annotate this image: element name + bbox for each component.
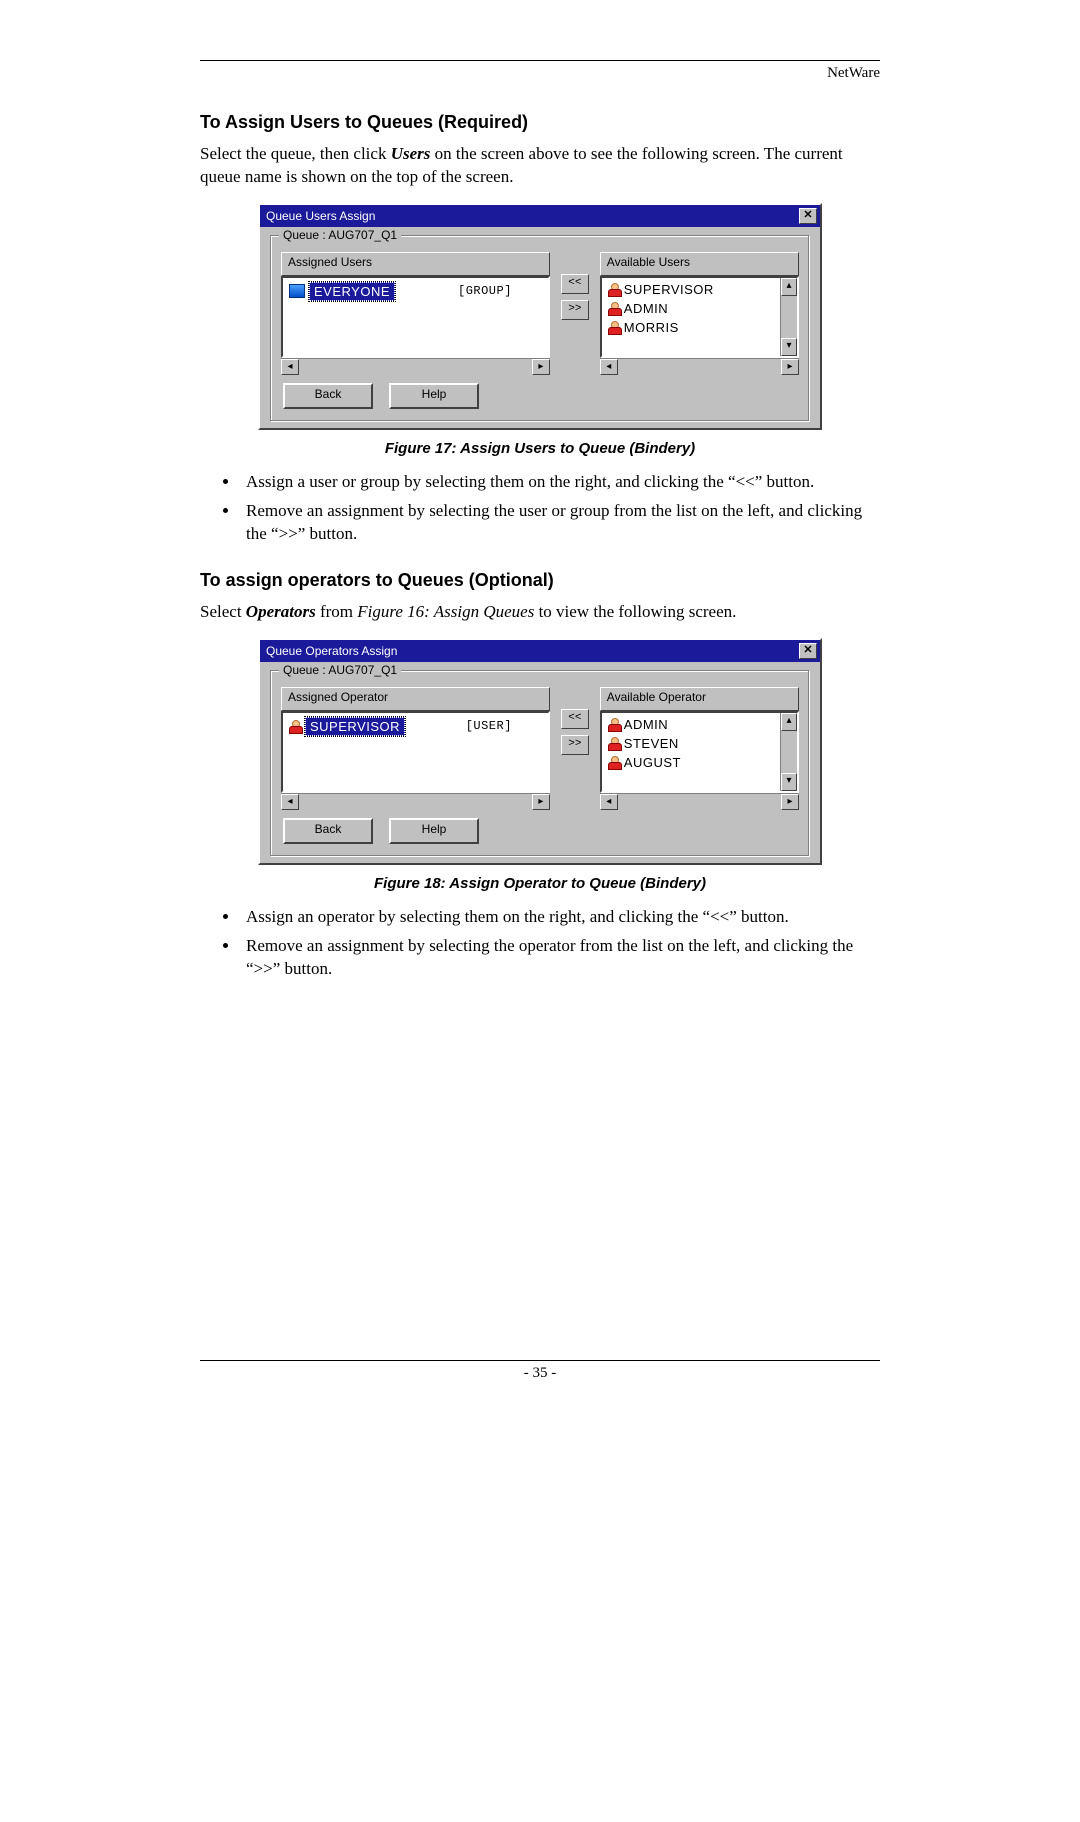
list-item[interactable]: STEVEN (602, 734, 781, 753)
move-right-button[interactable]: >> (561, 735, 589, 755)
dialog-users: Queue Users Assign ✕ Queue : AUG707_Q1 A… (258, 203, 822, 430)
section2-title: To assign operators to Queues (Optional) (200, 570, 880, 591)
user-icon (608, 283, 620, 295)
scroll-right-icon[interactable]: ▸ (532, 794, 550, 810)
user-icon (608, 756, 620, 768)
scroll-right-icon[interactable]: ▸ (781, 359, 799, 375)
hscroll[interactable]: ◂ ▸ (281, 358, 550, 375)
bullet-item: Assign an operator by selecting them on … (240, 906, 880, 929)
bullet-item: Remove an assignment by selecting the op… (240, 935, 880, 981)
scroll-left-icon[interactable]: ◂ (281, 794, 299, 810)
titlebar[interactable]: Queue Users Assign ✕ (260, 205, 820, 227)
user-icon (608, 321, 620, 333)
group-legend: Queue : AUG707_Q1 (279, 228, 401, 242)
vscroll[interactable]: ▴ ▾ (780, 278, 797, 356)
titlebar[interactable]: Queue Operators Assign ✕ (260, 640, 820, 662)
figure17-caption: Figure 17: Assign Users to Queue (Binder… (200, 440, 880, 457)
assigned-header[interactable]: Assigned Users (281, 252, 550, 276)
list-item[interactable]: MORRIS (602, 318, 781, 337)
assigned-list[interactable]: EVERYONE [GROUP] (281, 276, 550, 358)
back-button[interactable]: Back (283, 383, 373, 409)
bullet-item: Remove an assignment by selecting the us… (240, 500, 880, 546)
assigned-list[interactable]: SUPERVISOR [USER] (281, 711, 550, 793)
list-item[interactable]: SUPERVISOR (602, 280, 781, 299)
list-item[interactable]: EVERYONE [GROUP] (283, 280, 548, 303)
figure18-caption: Figure 18: Assign Operator to Queue (Bin… (200, 875, 880, 892)
scroll-right-icon[interactable]: ▸ (781, 794, 799, 810)
scroll-right-icon[interactable]: ▸ (532, 359, 550, 375)
close-icon[interactable]: ✕ (799, 208, 817, 224)
dialog-title: Queue Operators Assign (266, 644, 397, 658)
move-right-button[interactable]: >> (561, 300, 589, 320)
user-icon (608, 718, 620, 730)
move-left-button[interactable]: << (561, 274, 589, 294)
section1-intro: Select the queue, then click Users on th… (200, 143, 880, 189)
user-icon (608, 737, 620, 749)
dialog-operators: Queue Operators Assign ✕ Queue : AUG707_… (258, 638, 822, 865)
section1-title: To Assign Users to Queues (Required) (200, 112, 880, 133)
help-button[interactable]: Help (389, 383, 479, 409)
section2-intro: Select Operators from Figure 16: Assign … (200, 601, 880, 624)
scroll-left-icon[interactable]: ◂ (600, 794, 618, 810)
available-header[interactable]: Available Users (600, 252, 799, 276)
scroll-left-icon[interactable]: ◂ (600, 359, 618, 375)
hscroll[interactable]: ◂ ▸ (281, 793, 550, 810)
scroll-left-icon[interactable]: ◂ (281, 359, 299, 375)
scroll-down-icon[interactable]: ▾ (781, 338, 797, 356)
group-icon (289, 284, 305, 298)
help-button[interactable]: Help (389, 818, 479, 844)
user-icon (289, 720, 301, 732)
move-left-button[interactable]: << (561, 709, 589, 729)
user-icon (608, 302, 620, 314)
available-header[interactable]: Available Operator (600, 687, 799, 711)
list-item[interactable]: AUGUST (602, 753, 781, 772)
scroll-up-icon[interactable]: ▴ (781, 713, 797, 731)
page-number: - 35 - (200, 1365, 880, 1382)
section1-bullets: Assign a user or group by selecting them… (200, 471, 880, 546)
available-list[interactable]: ADMIN STEVEN AUGUST ▴ ▾ (600, 711, 799, 793)
available-list[interactable]: SUPERVISOR ADMIN MORRIS ▴ ▾ (600, 276, 799, 358)
list-item[interactable]: ADMIN (602, 715, 781, 734)
header-context: NetWare (200, 65, 880, 82)
dialog-title: Queue Users Assign (266, 209, 375, 223)
back-button[interactable]: Back (283, 818, 373, 844)
vscroll[interactable]: ▴ ▾ (780, 713, 797, 791)
hscroll[interactable]: ◂ ▸ (600, 793, 799, 810)
assigned-header[interactable]: Assigned Operator (281, 687, 550, 711)
hscroll[interactable]: ◂ ▸ (600, 358, 799, 375)
scroll-up-icon[interactable]: ▴ (781, 278, 797, 296)
close-icon[interactable]: ✕ (799, 643, 817, 659)
list-item[interactable]: SUPERVISOR [USER] (283, 715, 548, 738)
group-legend: Queue : AUG707_Q1 (279, 663, 401, 677)
section2-bullets: Assign an operator by selecting them on … (200, 906, 880, 981)
list-item[interactable]: ADMIN (602, 299, 781, 318)
bullet-item: Assign a user or group by selecting them… (240, 471, 880, 494)
scroll-down-icon[interactable]: ▾ (781, 773, 797, 791)
